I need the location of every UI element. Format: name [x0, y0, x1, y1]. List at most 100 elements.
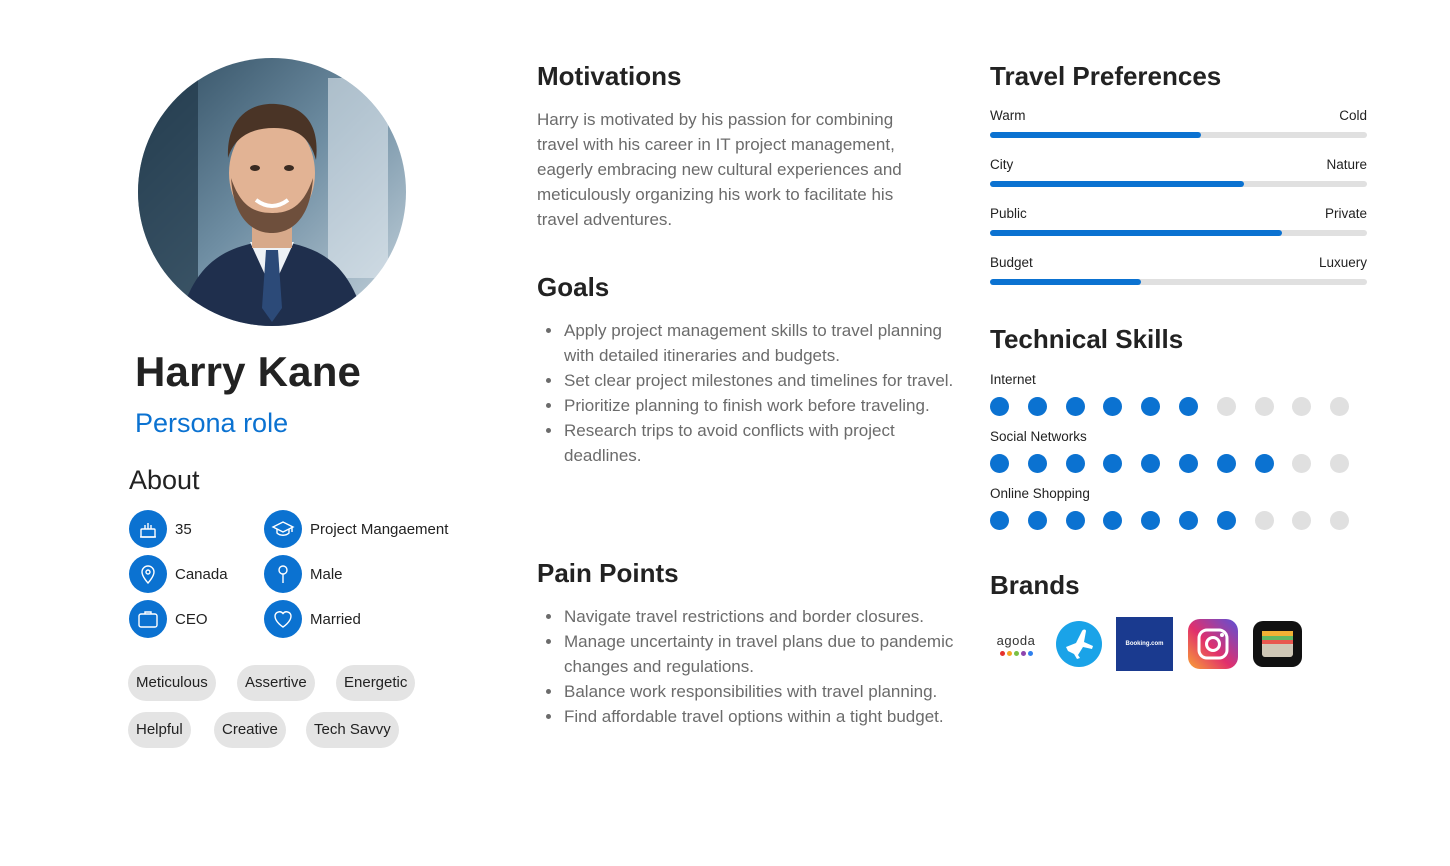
pain-points-heading: Pain Points	[537, 558, 679, 588]
fact-age-value: 35	[175, 520, 192, 538]
skill-label-online-shopping: Online Shopping	[990, 486, 1090, 501]
trait-tag: Energetic	[336, 665, 416, 701]
location-pin-icon	[129, 555, 167, 593]
skill-dot-filled	[1216, 511, 1236, 530]
skill-dot-filled	[1141, 397, 1161, 416]
persona-name: Harry Kane	[135, 348, 362, 395]
fact-location: Canada	[129, 555, 228, 593]
fact-location-value: Canada	[175, 565, 228, 583]
preference-track	[990, 132, 1367, 138]
about-heading: About	[129, 465, 200, 495]
preference-fill	[990, 181, 1245, 187]
preference-right-label: Nature	[1326, 157, 1367, 172]
skill-dot-filled	[1027, 397, 1047, 416]
skill-dot-filled	[1141, 454, 1161, 473]
preference-left-label: Budget	[990, 255, 1033, 270]
persona-role: Persona role	[135, 408, 289, 438]
preference-right-label: Cold	[1339, 108, 1367, 123]
goal-item: Set clear project milestones and timelin…	[545, 368, 965, 393]
male-symbol-icon	[264, 555, 302, 593]
motivations-text: Harry is motivated by his passion for co…	[537, 110, 902, 229]
preference-right-label: Luxuery	[1318, 255, 1367, 270]
preference-track	[990, 279, 1367, 285]
pain-point-item: Navigate travel restrictions and border …	[545, 604, 965, 629]
goals-heading: Goals	[537, 272, 610, 302]
skill-dot-empty	[1330, 511, 1350, 530]
skill-dot-filled	[1103, 454, 1123, 473]
preference-public-private: Public Private	[990, 206, 1367, 236]
fact-marital-status-value: Married	[310, 610, 361, 628]
persona-photo	[138, 58, 406, 326]
fact-gender: Male	[264, 555, 343, 593]
preference-budget-luxury: Budget Luxuery	[990, 255, 1367, 285]
heart-icon	[264, 600, 302, 638]
fact-job-value: CEO	[175, 610, 208, 628]
skill-dot-empty	[1292, 454, 1312, 473]
preference-track	[990, 181, 1367, 187]
trait-tag: Meticulous	[128, 665, 216, 701]
booking-com-logo-text: Booking.com	[1125, 641, 1164, 647]
goal-item: Prioritize planning to finish work befor…	[545, 393, 965, 418]
motivations-heading: Motivations	[537, 61, 682, 91]
skill-dot-filled	[1065, 397, 1085, 416]
preference-right-label: Private	[1324, 206, 1367, 221]
pain-point-item: Find affordable travel options within a …	[545, 704, 965, 729]
skill-label-social-networks: Social Networks	[990, 429, 1087, 444]
skill-dot-filled	[1179, 454, 1198, 473]
skill-dot-filled	[1216, 454, 1236, 473]
skill-dot-filled	[990, 511, 1009, 530]
technical-skills-heading: Technical Skills	[990, 324, 1184, 354]
preference-left-label: City	[990, 157, 1014, 172]
agoda-logo: agoda	[990, 617, 1042, 671]
skill-dot-filled	[990, 397, 1009, 416]
skill-dot-empty	[1254, 397, 1274, 416]
skill-dot-empty	[1330, 454, 1350, 473]
skill-dot-filled	[1141, 511, 1161, 530]
skill-dot-filled	[1065, 511, 1085, 530]
skill-dot-empty	[1216, 397, 1236, 416]
pain-point-item: Manage uncertainty in travel plans due t…	[545, 629, 965, 679]
preference-left-label: Public	[990, 206, 1027, 221]
skill-dot-filled	[1027, 511, 1047, 530]
skill-dot-filled	[1103, 397, 1123, 416]
preference-city-nature: City Nature	[990, 157, 1367, 187]
skill-dot-empty	[1254, 511, 1274, 530]
booking-com-logo: Booking.com	[1116, 617, 1173, 671]
brands-heading: Brands	[990, 570, 1080, 600]
cake-icon	[129, 510, 167, 548]
fact-education-value: Project Mangaement	[310, 520, 449, 538]
fact-job: CEO	[129, 600, 208, 638]
preference-fill	[990, 279, 1141, 285]
preference-fill	[990, 230, 1283, 236]
travel-preferences-heading: Travel Preferences	[990, 61, 1222, 91]
goals-list: Apply project management skills to trave…	[545, 318, 965, 468]
pain-point-item: Balance work responsibilities with trave…	[545, 679, 965, 704]
airplane-app-icon	[1056, 617, 1102, 671]
skill-dot-filled	[1065, 454, 1085, 473]
skill-dot-filled	[1254, 454, 1274, 473]
agoda-logo-text: agoda	[996, 632, 1036, 648]
trait-tag: Creative	[214, 712, 286, 748]
skill-dot-filled	[1179, 511, 1198, 530]
fact-gender-value: Male	[310, 565, 343, 583]
skill-label-internet: Internet	[990, 372, 1036, 387]
instagram-icon	[1188, 617, 1238, 671]
skill-dot-filled	[990, 454, 1009, 473]
skill-dot-filled	[1179, 397, 1198, 416]
preference-track	[990, 230, 1367, 236]
trait-tag: Assertive	[237, 665, 315, 701]
skill-dot-empty	[1292, 397, 1312, 416]
fact-marital-status: Married	[264, 600, 361, 638]
goal-item: Apply project management skills to trave…	[545, 318, 965, 368]
skill-dot-empty	[1330, 397, 1350, 416]
fact-age: 35	[129, 510, 192, 548]
trait-tag: Helpful	[128, 712, 191, 748]
preference-left-label: Warm	[990, 108, 1026, 123]
briefcase-icon	[129, 600, 167, 638]
preference-fill	[990, 132, 1202, 138]
skill-dot-filled	[1027, 454, 1047, 473]
pain-points-list: Navigate travel restrictions and border …	[545, 604, 965, 729]
preference-warm-cold: Warm Cold	[990, 108, 1367, 138]
graduation-cap-icon	[264, 510, 302, 548]
trait-tag: Tech Savvy	[306, 712, 399, 748]
